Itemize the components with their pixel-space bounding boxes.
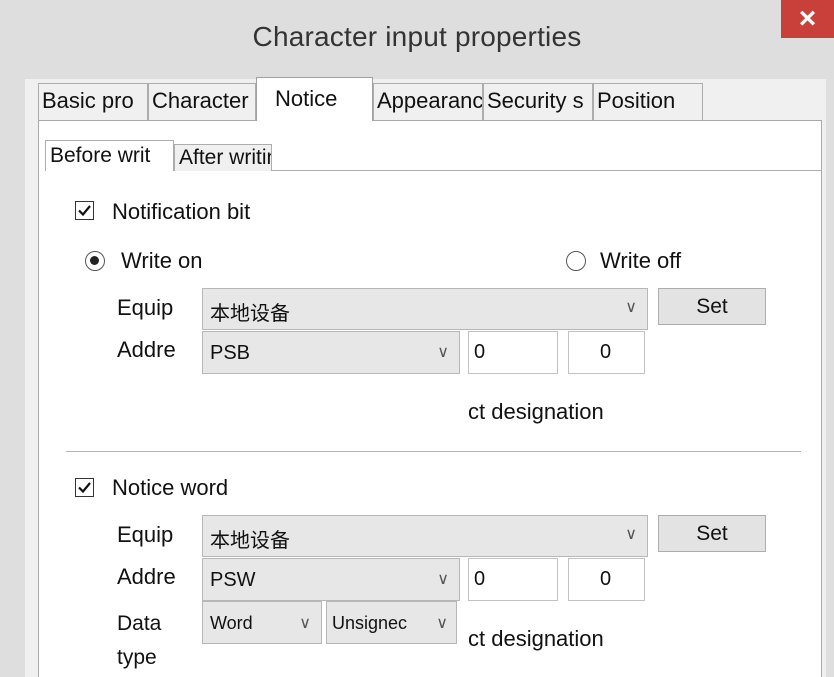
address-field-2-value: 0 [600, 568, 612, 590]
notification-bit-checkbox[interactable] [75, 201, 94, 220]
write-on-radio[interactable] [85, 251, 105, 271]
data-sign-value: Unsignec [332, 613, 408, 633]
set-button[interactable]: Set [658, 288, 766, 325]
tab-label: Basic pro [42, 88, 134, 113]
address-field-1[interactable]: 0 [468, 558, 558, 601]
tab-label: Security s [487, 88, 584, 113]
chevron-down-icon: ∨ [625, 299, 637, 316]
write-on-label: Write on [121, 248, 203, 273]
tab-character[interactable]: Character [148, 83, 256, 120]
address-field-1-value: 0 [474, 341, 486, 363]
chevron-down-icon: ∨ [436, 615, 448, 632]
data-word-dropdown[interactable]: Word ∨ [202, 601, 322, 644]
address-type-dropdown[interactable]: PSW ∨ [202, 558, 460, 601]
close-icon: × [798, 2, 817, 35]
subtab-before-writing[interactable]: Before writ [45, 140, 174, 171]
check-icon [78, 482, 91, 494]
write-off-label: Write off [600, 248, 682, 273]
address-label: Addre [117, 337, 176, 362]
tab-label: Notice [275, 86, 338, 111]
designation-text: ct designation [468, 399, 604, 424]
address-label: Addre [117, 564, 176, 589]
title-bar: Character input properties × [0, 0, 834, 79]
tab-appearance[interactable]: Appearance [373, 83, 483, 120]
tab-position[interactable]: Position [593, 83, 703, 120]
tab-security[interactable]: Security s [483, 83, 593, 120]
notice-word-checkbox[interactable] [75, 478, 94, 497]
tab-label: Appearance [377, 88, 483, 113]
designation-text: ct designation [468, 626, 604, 651]
address-field-1[interactable]: 0 [468, 331, 558, 374]
notification-bit-label: Notification bit [112, 199, 251, 224]
address-field-2[interactable]: 0 [568, 331, 645, 374]
equip-label: Equip [117, 295, 174, 320]
address-field-2[interactable]: 0 [568, 558, 645, 601]
chevron-down-icon: ∨ [625, 526, 637, 543]
equip-value: 本地设备 [210, 530, 290, 552]
tab-label: Position [597, 88, 676, 113]
tab-label: Character [152, 88, 249, 113]
close-button[interactable]: × [781, 0, 834, 38]
section-divider [66, 451, 801, 452]
address-type-value: PSW [210, 569, 256, 591]
set-button[interactable]: Set [658, 515, 766, 552]
window-title: Character input properties [252, 21, 582, 52]
data-sign-dropdown[interactable]: Unsignec ∨ [326, 601, 457, 644]
write-off-radio[interactable] [566, 251, 586, 271]
address-type-dropdown[interactable]: PSB ∨ [202, 331, 460, 374]
address-field-2-value: 0 [600, 341, 612, 363]
check-icon [78, 205, 91, 217]
window-frame-left [0, 79, 25, 677]
address-field-1-value: 0 [474, 568, 486, 590]
equip-dropdown[interactable]: 本地设备 ∨ [202, 288, 648, 330]
equip-value: 本地设备 [210, 303, 290, 325]
chevron-down-icon: ∨ [437, 344, 449, 361]
set-button-label: Set [696, 294, 728, 318]
chevron-down-icon: ∨ [299, 615, 311, 632]
radio-selected-icon [90, 256, 99, 265]
tab-basic-properties[interactable]: Basic pro [38, 83, 148, 120]
window-frame-right [826, 79, 834, 677]
notice-word-label: Notice word [112, 475, 229, 500]
equip-dropdown[interactable]: 本地设备 ∨ [202, 515, 648, 557]
subtab-label: After writing [179, 146, 271, 169]
equip-label: Equip [117, 522, 174, 547]
address-type-value: PSB [210, 342, 251, 364]
data-word-value: Word [210, 613, 253, 633]
data-type-label-line1: Data [117, 612, 162, 635]
subtab-after-writing[interactable]: After writing [174, 144, 272, 171]
tab-notice[interactable]: Notice [256, 77, 373, 121]
data-type-label: Data type [117, 607, 161, 675]
chevron-down-icon: ∨ [437, 571, 449, 588]
data-type-label-line2: type [117, 646, 157, 669]
subtab-label: Before writ [50, 144, 151, 167]
set-button-label: Set [696, 521, 728, 545]
